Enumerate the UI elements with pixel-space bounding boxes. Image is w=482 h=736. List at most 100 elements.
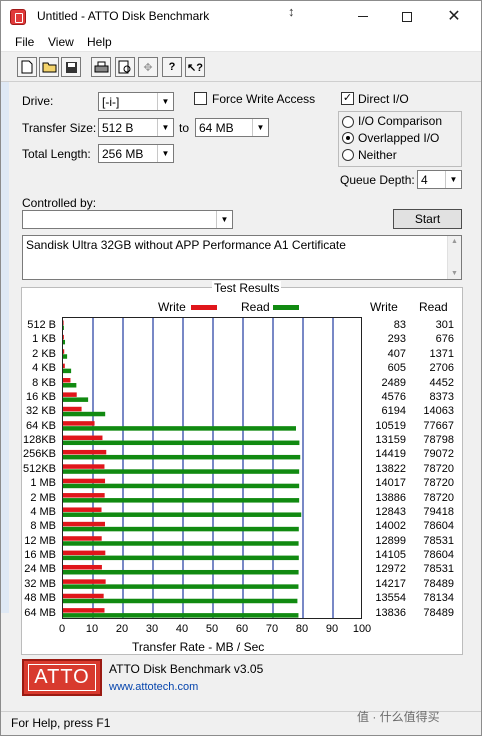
menu-bar: File View Help <box>1 32 481 52</box>
scroll-up-icon[interactable]: ▲ <box>451 238 458 245</box>
queue-depth-value: 4 <box>421 173 428 187</box>
watermark: 值 · 什么值得买 <box>357 710 440 724</box>
start-button[interactable]: Start <box>393 209 462 229</box>
chevron-down-icon: ▼ <box>157 93 173 110</box>
write-bar <box>63 536 102 541</box>
read-bar <box>63 555 299 561</box>
move-icon[interactable]: ✥ <box>138 57 158 77</box>
transfer-size-to-select[interactable]: 64 MB ▼ <box>195 118 269 137</box>
overlapped-io-label: Overlapped I/O <box>358 131 440 145</box>
direct-io-label: Direct I/O <box>358 92 409 106</box>
write-value: 14002 <box>375 520 406 533</box>
transfer-rate-chart <box>62 317 362 619</box>
read-value: 78531 <box>423 563 454 576</box>
neither-label: Neither <box>358 148 397 162</box>
direct-io-checkbox[interactable]: ✓ <box>341 92 354 105</box>
read-value: 78720 <box>423 491 454 504</box>
total-length-label: Total Length: <box>22 147 91 161</box>
description-textarea[interactable]: Sandisk Ultra 32GB without APP Performan… <box>22 235 462 280</box>
transfer-size-label: 16 KB <box>26 390 56 403</box>
total-length-select[interactable]: 256 MB ▼ <box>98 144 174 163</box>
atto-logo: ATTO <box>22 659 102 696</box>
x-tick-label: 80 <box>295 623 309 635</box>
read-value: 79418 <box>423 505 454 518</box>
website-link[interactable]: www.attotech.com <box>109 681 198 693</box>
transfer-size-label: 12 MB <box>24 534 56 547</box>
to-label: to <box>179 121 190 135</box>
menu-view[interactable]: View <box>48 35 74 49</box>
write-bar <box>63 493 105 498</box>
controlled-by-select[interactable]: ▼ <box>22 210 233 229</box>
transfer-to-value: 64 MB <box>199 121 234 135</box>
drive-label: Drive: <box>22 94 54 108</box>
write-bar <box>63 564 102 570</box>
menu-help[interactable]: Help <box>87 35 112 49</box>
queue-depth-select[interactable]: 4 ▼ <box>417 170 462 189</box>
read-value: 78604 <box>423 520 454 533</box>
new-file-icon[interactable] <box>17 57 37 77</box>
read-bar <box>63 411 106 417</box>
save-icon[interactable] <box>61 57 81 77</box>
transfer-size-from-select[interactable]: 512 B ▼ <box>98 118 174 137</box>
x-tick-label: 30 <box>145 623 159 635</box>
read-value: 78720 <box>423 477 454 490</box>
drive-select[interactable]: [-i-] ▼ <box>98 92 174 111</box>
status-text: For Help, press F1 <box>11 716 111 730</box>
write-bar <box>63 392 77 397</box>
description-text: Sandisk Ultra 32GB without APP Performan… <box>26 238 346 252</box>
read-value: 2706 <box>429 362 454 375</box>
read-value: 78489 <box>423 577 454 590</box>
read-value: 78604 <box>423 549 454 562</box>
write-bar <box>63 521 106 527</box>
read-value: 78489 <box>423 606 454 619</box>
neither-radio[interactable] <box>342 149 354 161</box>
chevron-down-icon: ▼ <box>252 119 268 136</box>
read-column-header: Read <box>419 300 448 314</box>
left-background-strip <box>1 53 9 613</box>
toolbar: ✥ ? ↖? <box>1 53 481 82</box>
write-bar <box>63 608 105 613</box>
chevron-down-icon: ▼ <box>157 119 173 136</box>
write-value: 2489 <box>381 376 406 389</box>
io-comparison-radio[interactable] <box>342 116 354 128</box>
print-icon[interactable] <box>91 57 111 77</box>
scroll-down-icon[interactable]: ▼ <box>451 270 458 277</box>
write-column-header: Write <box>370 300 398 314</box>
read-bar <box>63 397 89 402</box>
write-value: 13554 <box>375 592 406 605</box>
read-bar <box>63 512 302 517</box>
overlapped-io-radio[interactable] <box>342 132 354 144</box>
write-value: 12972 <box>375 563 406 576</box>
transfer-size-label: 48 MB <box>24 592 56 605</box>
read-bar <box>63 454 301 460</box>
read-value: 78798 <box>423 434 454 447</box>
write-value: 10519 <box>375 419 406 432</box>
queue-depth-label: Queue Depth: <box>340 173 415 187</box>
write-value: 14017 <box>375 477 406 490</box>
read-value: 676 <box>435 333 454 346</box>
force-write-checkbox[interactable] <box>194 92 207 105</box>
read-bar <box>63 569 299 575</box>
help-icon[interactable]: ? <box>162 57 182 77</box>
write-bar <box>63 334 64 340</box>
maximize-icon <box>402 11 412 22</box>
force-write-label: Force Write Access <box>212 92 316 106</box>
read-value: 79072 <box>423 448 454 461</box>
atto-logo-text: ATTO <box>28 664 96 691</box>
read-bar <box>63 440 300 446</box>
maximize-button[interactable] <box>384 1 430 32</box>
description-scrollbar[interactable]: ▲ ▼ <box>447 236 461 279</box>
minimize-button[interactable] <box>340 1 386 32</box>
write-value: 14419 <box>375 448 406 461</box>
write-bar <box>63 593 104 599</box>
x-tick-label: 50 <box>205 623 219 635</box>
write-bar <box>63 478 106 484</box>
write-bar <box>63 421 95 426</box>
title-bar[interactable]: Untitled - ATTO Disk Benchmark ↕ ✕ <box>1 1 481 32</box>
context-help-icon[interactable]: ↖? <box>185 57 205 77</box>
read-value: 8373 <box>429 390 454 403</box>
menu-file[interactable]: File <box>15 35 34 49</box>
close-button[interactable]: ✕ <box>431 1 477 32</box>
print-preview-icon[interactable] <box>115 57 135 77</box>
open-folder-icon[interactable] <box>39 57 59 77</box>
